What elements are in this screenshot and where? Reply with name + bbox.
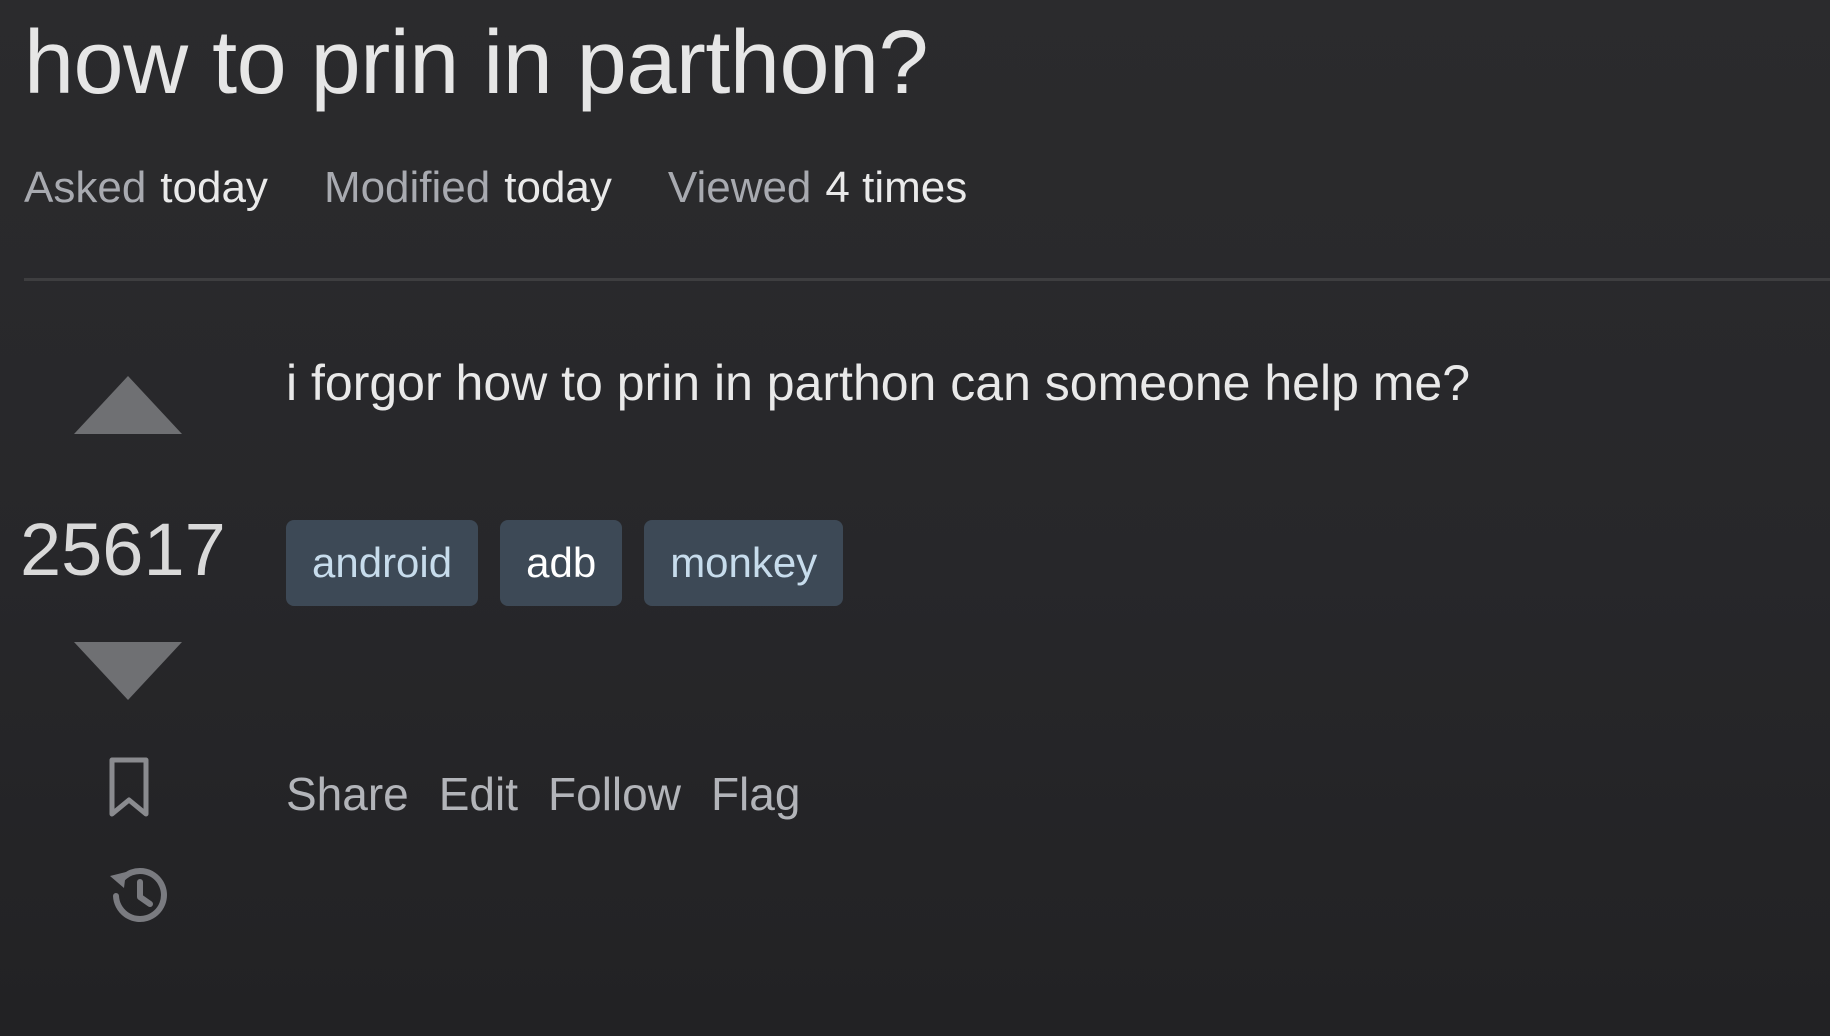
upvote-button[interactable] xyxy=(70,372,186,438)
question-title[interactable]: how to prin in parthon? xyxy=(24,14,1830,113)
viewed-label: Viewed xyxy=(667,163,812,212)
downvote-icon xyxy=(74,642,182,700)
post-actions: Share Edit Follow Flag xyxy=(286,762,800,826)
tag-adb[interactable]: adb xyxy=(500,520,623,606)
viewed-meta: Viewed 4 times xyxy=(668,160,967,216)
header-divider xyxy=(24,278,1830,281)
question-header: how to prin in parthon? xyxy=(24,14,1830,113)
modified-value[interactable]: today xyxy=(504,163,612,212)
viewed-value: 4 times xyxy=(825,163,968,212)
history-icon xyxy=(110,867,167,922)
asked-value[interactable]: today xyxy=(160,163,268,212)
tag-monkey[interactable]: monkey xyxy=(644,520,844,606)
share-link[interactable]: Share xyxy=(286,762,409,826)
bookmark-button[interactable] xyxy=(104,756,154,820)
tag-android[interactable]: android xyxy=(286,520,479,606)
asked-label: Asked xyxy=(24,163,147,212)
modified-label: Modified xyxy=(323,163,491,212)
asked-meta: Asked today xyxy=(24,160,268,216)
tag-list: android adb monkey xyxy=(286,520,844,606)
follow-link[interactable]: Follow xyxy=(548,762,681,826)
vote-count: 25617 xyxy=(20,508,226,591)
bookmark-icon xyxy=(109,757,149,817)
flag-link[interactable]: Flag xyxy=(711,762,800,826)
modified-meta: Modified today xyxy=(324,160,612,216)
upvote-icon xyxy=(74,376,182,434)
edit-link[interactable]: Edit xyxy=(439,762,518,826)
question-meta: Asked today Modified today Viewed 4 times xyxy=(24,160,967,216)
history-button[interactable] xyxy=(102,858,176,932)
downvote-button[interactable] xyxy=(70,638,186,704)
question-body: i forgor how to prin in parthon can some… xyxy=(286,355,1471,411)
